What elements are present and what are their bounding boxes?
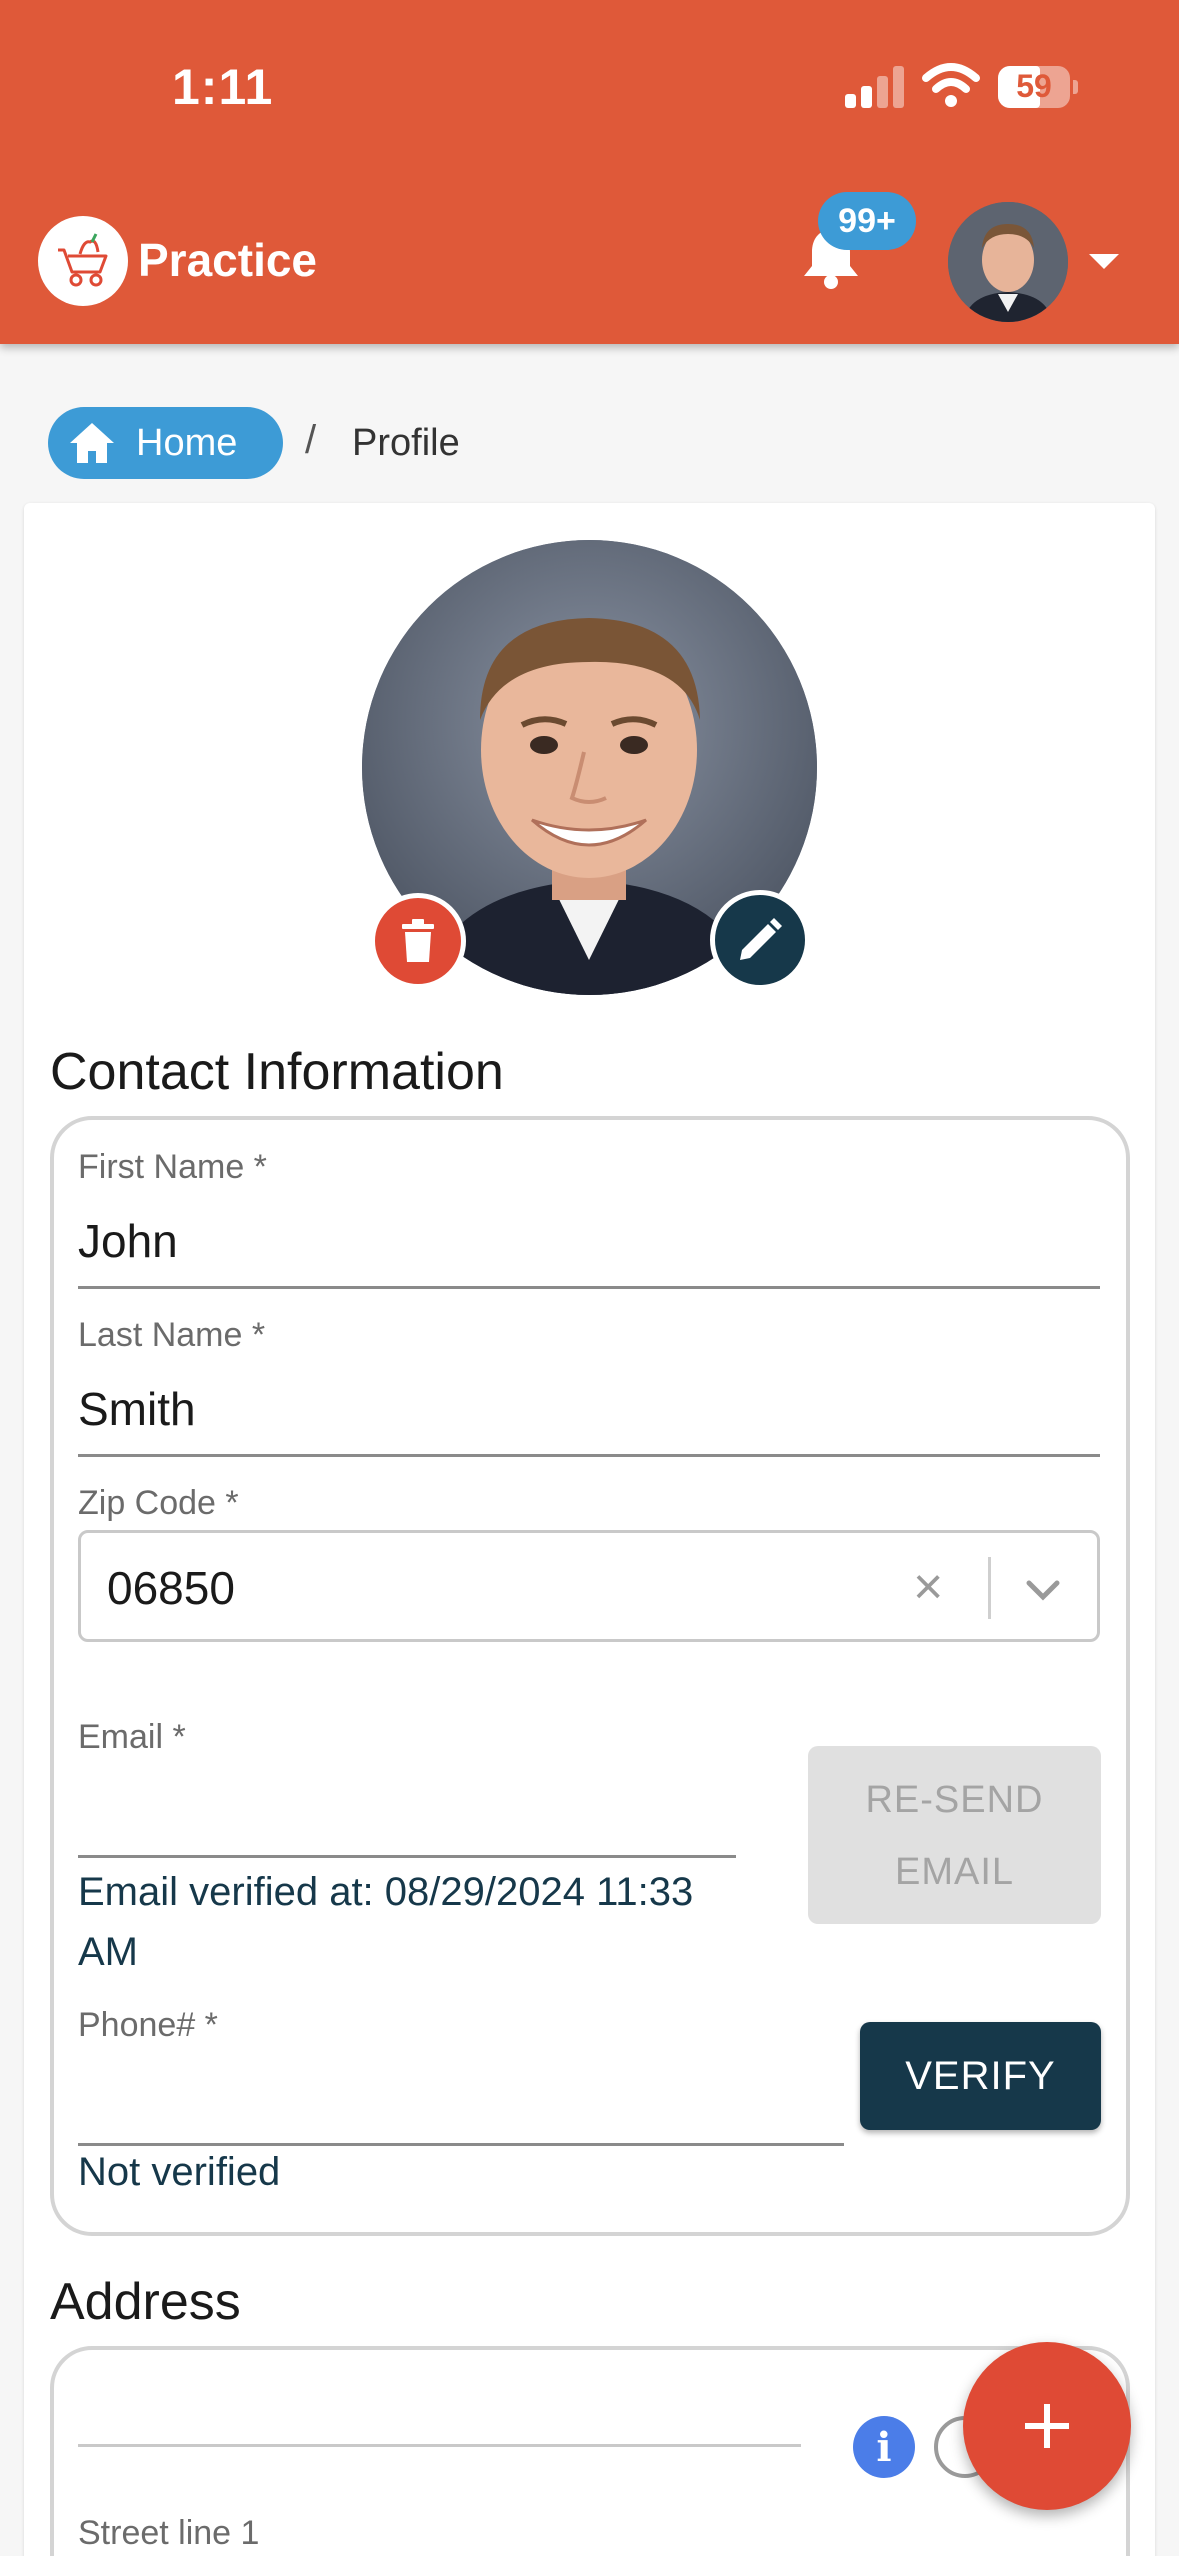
resend-line1: RE-SEND	[865, 1779, 1044, 1821]
wifi-icon	[922, 63, 980, 107]
last-name-field[interactable]: Smith	[78, 1382, 196, 1436]
account-menu-caret-icon[interactable]	[1089, 254, 1119, 269]
trash-icon	[402, 919, 434, 962]
edit-photo-button[interactable]	[710, 890, 810, 990]
app-header: 1:11 59 Practice 99+	[0, 0, 1179, 344]
user-avatar[interactable]	[948, 202, 1068, 322]
resend-email-button[interactable]: RE-SEND EMAIL	[808, 1746, 1101, 1924]
resend-line2: EMAIL	[894, 1851, 1015, 1893]
zip-code-select[interactable]: 06850 ×	[78, 1530, 1100, 1642]
zip-divider	[988, 1557, 991, 1619]
zip-code-value: 06850	[107, 1562, 235, 1614]
street-line-1-label: Street line 1	[78, 2514, 260, 2552]
first-name-label: First Name *	[78, 1148, 267, 1186]
battery-icon: 59	[998, 66, 1078, 108]
verify-phone-button[interactable]: VERIFY	[860, 2022, 1101, 2130]
first-name-underline	[78, 1286, 1100, 1289]
email-label: Email *	[78, 1718, 186, 1756]
phone-field[interactable]	[78, 2143, 844, 2146]
phone-verification-status: Not verified	[78, 2150, 281, 2194]
app-title: Practice	[138, 234, 318, 286]
breadcrumb-home-label: Home	[136, 421, 238, 464]
last-name-label: Last Name *	[78, 1316, 266, 1354]
chevron-down-icon[interactable]	[1021, 1567, 1065, 1611]
notification-badge: 99+	[818, 192, 916, 250]
zip-code-label: Zip Code *	[78, 1484, 239, 1522]
breadcrumb-current: Profile	[352, 422, 460, 464]
breadcrumb-home[interactable]: Home	[48, 407, 283, 479]
app-logo[interactable]	[38, 216, 128, 306]
user-photo	[948, 202, 1068, 322]
address-search-field[interactable]	[78, 2444, 801, 2447]
cellular-signal-icon	[845, 64, 905, 108]
pencil-icon	[740, 918, 782, 960]
home-icon	[70, 423, 114, 463]
battery-level: 59	[1016, 68, 1052, 104]
address-section-title: Address	[50, 2273, 241, 2331]
last-name-underline	[78, 1454, 1100, 1457]
garden-cart-icon	[58, 233, 108, 287]
contact-section-title: Contact Information	[50, 1043, 504, 1101]
delete-photo-button[interactable]	[370, 893, 466, 989]
email-field[interactable]	[78, 1855, 736, 1858]
phone-label: Phone# *	[78, 2006, 218, 2044]
plus-icon	[1025, 2404, 1069, 2448]
status-time: 1:11	[172, 59, 274, 115]
breadcrumb-separator: /	[305, 418, 317, 462]
email-verified-status: Email verified at: 08/29/2024 11:33 AM	[78, 1870, 694, 1974]
info-icon[interactable]: i	[853, 2416, 915, 2478]
add-fab-button[interactable]	[963, 2342, 1131, 2510]
clear-icon[interactable]: ×	[913, 1557, 943, 1617]
first-name-field[interactable]: John	[78, 1214, 178, 1268]
